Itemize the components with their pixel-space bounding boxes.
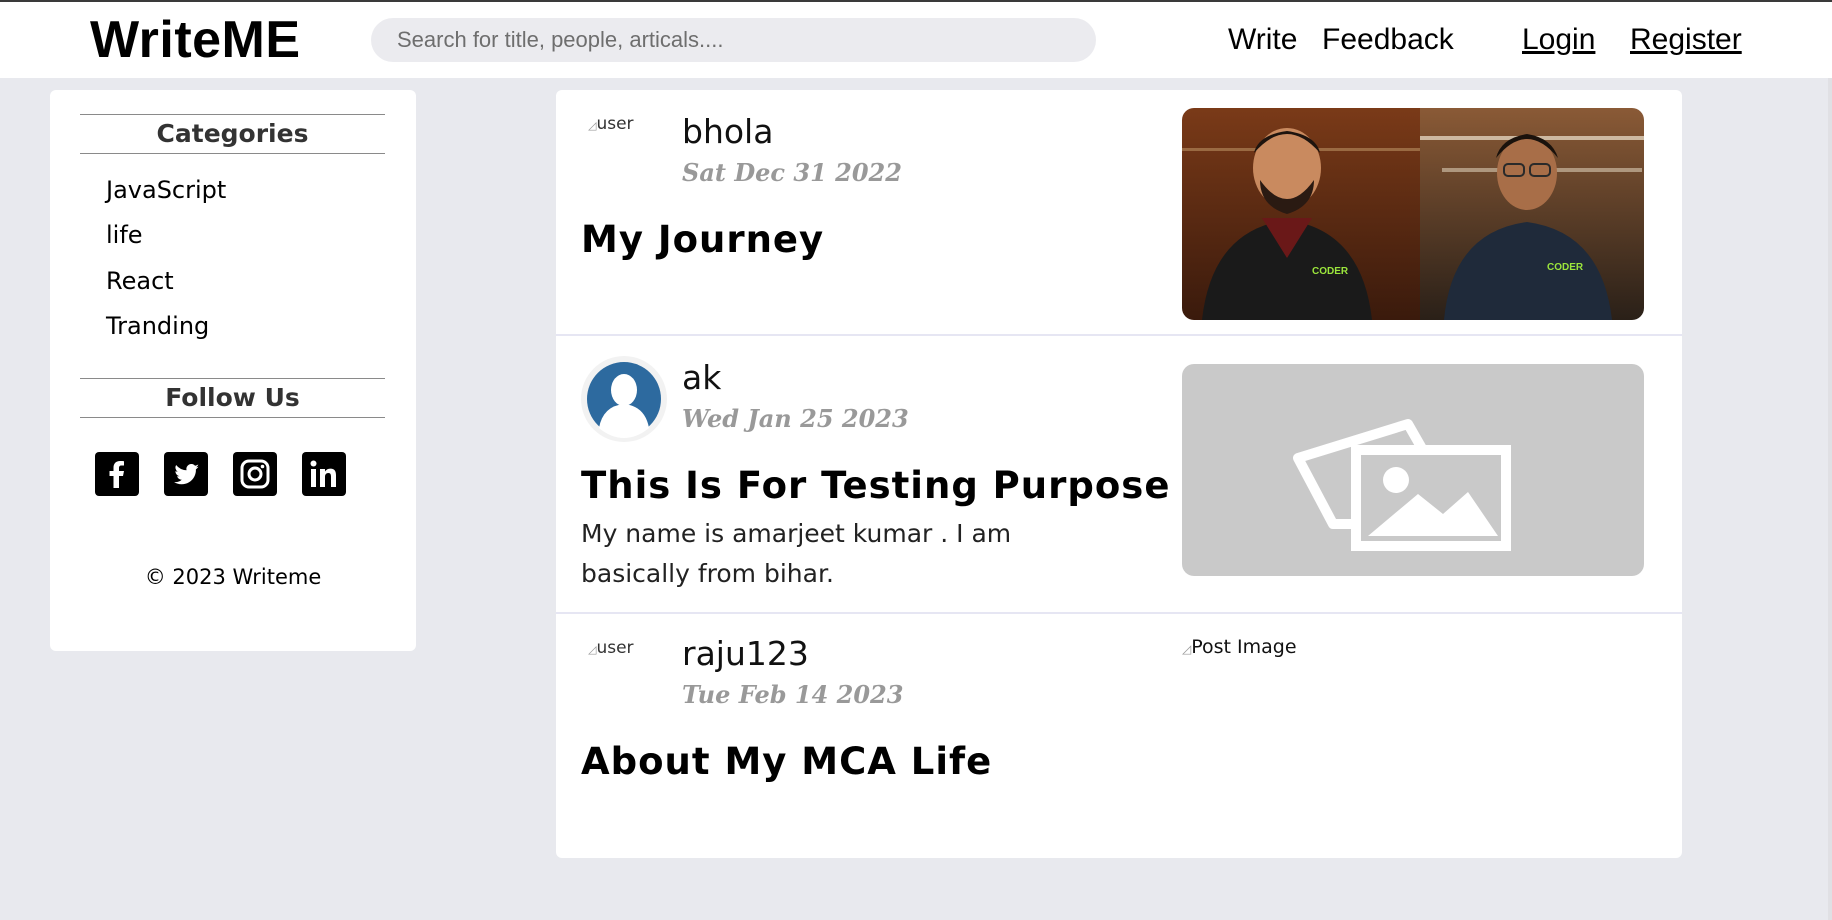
twitter-icon[interactable] (164, 452, 208, 496)
follow-us-heading: Follow Us (80, 378, 385, 418)
broken-image-icon: ◿ (1182, 642, 1192, 656)
author-avatar-broken: ◿user (588, 638, 634, 658)
category-item[interactable]: Tranding (106, 311, 209, 341)
post-date: Wed Jan 25 2023 (682, 404, 909, 433)
author-name[interactable]: bhola (682, 112, 773, 151)
author-name[interactable]: raju123 (682, 634, 809, 673)
nav-login-link[interactable]: Login (1522, 22, 1595, 58)
post-card[interactable]: ◿user raju123 Tue Feb 14 2023 About My M… (556, 612, 1682, 860)
brand-logo[interactable]: WriteME (90, 10, 301, 70)
nav-feedback-link[interactable]: Feedback (1322, 22, 1454, 58)
post-card[interactable]: ak Wed Jan 25 2023 This Is For Testing P… (556, 334, 1682, 614)
post-title[interactable]: About My MCA Life (581, 740, 992, 783)
post-card[interactable]: ◿user bhola Sat Dec 31 2022 My Journey C… (556, 90, 1682, 334)
linkedin-icon[interactable] (302, 452, 346, 496)
instagram-icon[interactable] (233, 452, 277, 496)
category-item[interactable]: JavaScript (106, 175, 226, 205)
placeholder-image-icon[interactable] (1182, 364, 1644, 576)
svg-text:CODER: CODER (1547, 262, 1584, 273)
search-input[interactable] (371, 18, 1096, 62)
post-excerpt: My name is amarjeet kumar . I am basical… (581, 519, 1012, 588)
site-header: WriteME Write Feedback Login Register (0, 2, 1832, 78)
nav-write-link[interactable]: Write (1228, 22, 1297, 58)
facebook-icon[interactable] (95, 452, 139, 496)
post-image-broken[interactable]: ◿Post Image (1182, 636, 1297, 658)
author-name[interactable]: ak (682, 358, 721, 397)
categories-heading: Categories (80, 114, 385, 154)
author-avatar-broken: ◿user (588, 114, 634, 134)
post-date: Tue Feb 14 2023 (682, 680, 904, 709)
category-item[interactable]: React (106, 266, 174, 296)
post-title[interactable]: My Journey (581, 218, 824, 261)
post-feed: ◿user bhola Sat Dec 31 2022 My Journey C… (556, 90, 1682, 858)
author-avatar[interactable] (581, 356, 667, 442)
post-date: Sat Dec 31 2022 (682, 158, 902, 187)
nav-register-link[interactable]: Register (1630, 22, 1742, 58)
post-title[interactable]: This Is For Testing Purpose (581, 464, 1170, 507)
sidebar: Categories JavaScript life React Trandin… (50, 90, 416, 651)
category-item[interactable]: life (106, 220, 143, 250)
copyright-text: © 2023 Writeme (144, 565, 322, 589)
svg-text:CODER: CODER (1312, 266, 1349, 277)
page-scrollbar[interactable] (1828, 78, 1832, 920)
post-image[interactable]: CODER CODER (1182, 108, 1644, 320)
